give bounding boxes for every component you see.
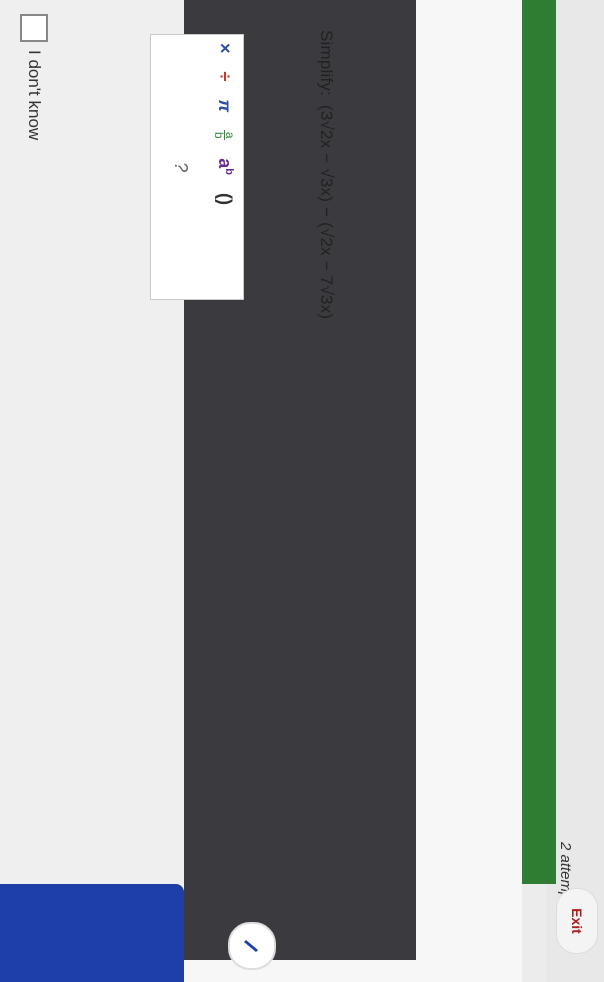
question-expression: (3√2x − √3x) − (√2x − 7√3x) [317, 104, 336, 320]
power-base: a [215, 158, 235, 169]
progress-bar-fill [522, 0, 556, 884]
pi-button[interactable]: π [214, 99, 235, 112]
answer-box: × ÷ π a b ab () ? [150, 34, 244, 300]
app-screen: Simplify: (3√2x − √3x) − (√2x − 7√3x) × … [0, 0, 604, 982]
fraction-denominator: b [212, 131, 226, 139]
math-toolbar: × ÷ π a b ab () [212, 43, 237, 205]
times-button[interactable]: × [214, 43, 235, 54]
power-exponent: b [223, 168, 235, 175]
pencil-icon [244, 940, 258, 952]
submit-strip[interactable] [0, 884, 184, 982]
divide-button[interactable]: ÷ [214, 72, 235, 82]
question-label: Simplify: [317, 30, 336, 97]
answer-input[interactable]: ? [170, 35, 191, 299]
edit-button[interactable] [228, 922, 276, 970]
dont-know-label: I don't know [25, 50, 44, 141]
fraction-button[interactable]: a b [212, 130, 237, 141]
dont-know-checkbox[interactable] [20, 14, 48, 42]
power-button[interactable]: ab [214, 158, 235, 175]
exit-button[interactable]: Exit [556, 888, 598, 954]
fraction-numerator: a [223, 131, 237, 139]
dont-know-option[interactable]: I don't know [20, 14, 48, 140]
question-text: Simplify: (3√2x − √3x) − (√2x − 7√3x) [316, 30, 336, 319]
parentheses-button[interactable]: () [214, 193, 235, 205]
